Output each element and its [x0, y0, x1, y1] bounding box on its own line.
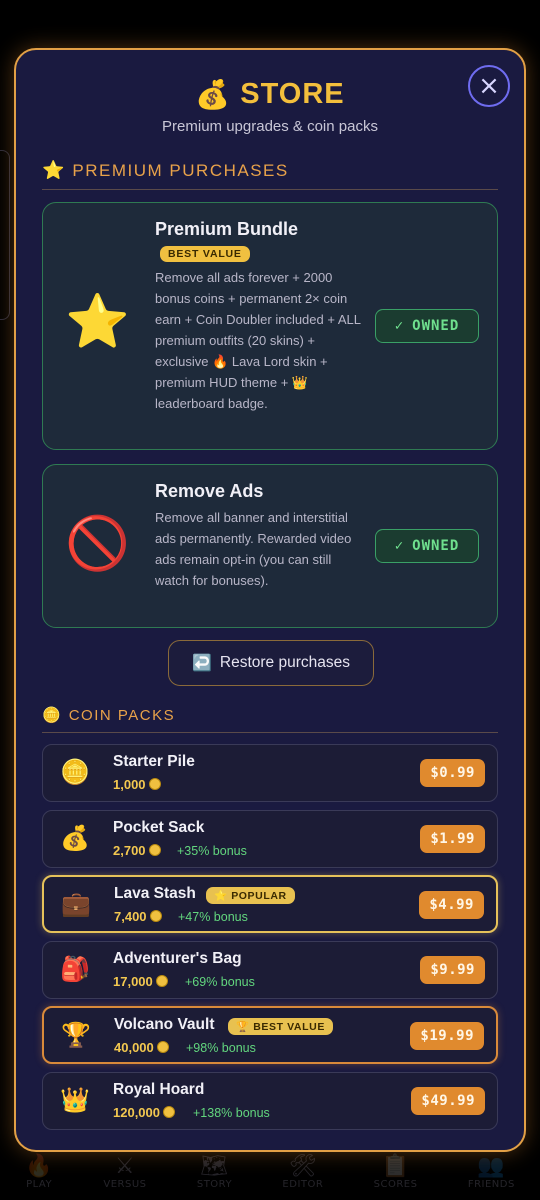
buy-volcano-vault-button[interactable]: $19.99 [410, 1022, 484, 1050]
premium-section-label: PREMIUM PURCHASES [72, 160, 289, 180]
buy-royal-hoard-button[interactable]: $49.99 [411, 1087, 485, 1115]
coin-pack-amount: 120,000 [113, 1105, 175, 1120]
premium-bundle-description: Remove all ads forever + 2000 bonus coin… [155, 270, 361, 411]
nav-friends: 👥 FRIENDS [467, 1154, 515, 1191]
return-arrow-icon: ↩️ [191, 655, 212, 672]
coin-pack-name: Volcano Vault [114, 1016, 215, 1033]
best-value-badge: 🏆 BEST VALUE [228, 1018, 333, 1035]
coin-pack-amount: 2,700 [113, 843, 161, 858]
coin-pack-name: Adventurer's Bag [113, 950, 242, 967]
premium-section-header: ⭐ PREMIUM PURCHASES [42, 160, 498, 190]
coin-pack-name: Royal Hoard [113, 1081, 205, 1098]
coin-pack-name: Starter Pile [113, 753, 195, 770]
friends-icon: 👥 [477, 1154, 506, 1179]
star-icon: ⭐ [65, 292, 130, 352]
store-modal: × 💰 STORE Premium upgrades & coin packs … [14, 48, 526, 1152]
check-icon: ✓ [394, 538, 405, 554]
nav-story: 🗺 STORY [196, 1154, 233, 1191]
prohibited-icon: 🚫 [65, 514, 130, 574]
money-bag-icon: 💰 [195, 78, 231, 111]
remove-ads-owned-button[interactable]: ✓ OWNED [375, 529, 479, 563]
buy-pocket-sack-button[interactable]: $1.99 [420, 825, 485, 853]
trophy-icon: 🏆 [61, 1021, 91, 1049]
coin-pack-adventurers-bag[interactable]: 🎒 Adventurer's Bag 17,000 +69% bonus $9.… [42, 941, 498, 999]
coin-icon: 🪙 [60, 758, 90, 786]
coin-pack-bonus: +35% bonus [177, 844, 247, 858]
coin-pack-royal-hoard[interactable]: 👑 Royal Hoard 120,000 +138% bonus $49.99 [42, 1072, 498, 1130]
buy-lava-stash-button[interactable]: $4.99 [419, 891, 484, 919]
map-icon: 🗺 [200, 1154, 229, 1179]
coin-icon [149, 910, 162, 922]
coin-pack-bonus: +98% bonus [186, 1041, 256, 1055]
nav-play: 🔥 PLAY [25, 1154, 54, 1191]
coin-pack-lava-stash[interactable]: 💼 Lava Stash ⭐ POPULAR 7,400 +47% bonus … [42, 875, 498, 933]
check-icon: ✓ [394, 318, 405, 334]
coin-icon: 🪙 [42, 706, 61, 724]
restore-purchases-label: Restore purchases [219, 654, 350, 671]
remove-ads-card[interactable]: 🚫 Remove Ads Remove all banner and inter… [42, 464, 498, 628]
page-subtitle: Premium upgrades & coin packs [162, 118, 378, 135]
coin-icon [155, 975, 168, 987]
nav-editor: 🛠 EDITOR [282, 1154, 324, 1191]
best-value-badge: BEST VALUE [160, 246, 250, 262]
buy-starter-pile-button[interactable]: $0.99 [420, 759, 485, 787]
coin-icon [148, 778, 161, 790]
premium-bundle-name: Premium Bundle [155, 219, 299, 239]
coin-packs-section-header: 🪙 COIN PACKS [42, 706, 498, 733]
page-title: STORE [240, 78, 345, 110]
remove-ads-description: Remove all banner and interstitial ads p… [155, 510, 352, 588]
swords-icon: ⚔ [114, 1154, 136, 1179]
star-icon: ⭐ [42, 160, 65, 181]
background-side-tab [0, 150, 10, 320]
crown-icon: 👑 [60, 1086, 90, 1114]
coin-pack-bonus: +47% bonus [178, 910, 248, 924]
store-header: 💰 STORE [16, 78, 524, 111]
popular-badge: ⭐ POPULAR [206, 887, 295, 904]
coin-icon [148, 844, 161, 856]
nav-scores: 📋 SCORES [373, 1154, 418, 1191]
coin-pack-amount: 7,400 [114, 909, 162, 924]
premium-bundle-card[interactable]: ⭐ Premium Bundle BEST VALUE Remove all a… [42, 202, 498, 450]
coin-packs-section-label: COIN PACKS [68, 706, 176, 724]
coin-pack-bonus: +69% bonus [185, 975, 255, 989]
briefcase-icon: 💼 [61, 890, 91, 918]
scores-icon: 📋 [381, 1154, 410, 1179]
buy-adventurers-bag-button[interactable]: $9.99 [420, 956, 485, 984]
remove-ads-name: Remove Ads [155, 481, 264, 501]
fire-icon: 🔥 [25, 1154, 54, 1179]
tools-icon: 🛠 [288, 1154, 318, 1179]
coin-pack-pocket-sack[interactable]: 💰 Pocket Sack 2,700 +35% bonus $1.99 [42, 810, 498, 868]
coin-pack-volcano-vault[interactable]: 🏆 Volcano Vault 🏆 BEST VALUE 40,000 +98%… [42, 1006, 498, 1064]
coin-pack-amount: 1,000 [113, 777, 161, 792]
coin-pack-bonus: +138% bonus [193, 1106, 270, 1120]
owned-label: OWNED [412, 538, 460, 554]
coin-icon [156, 1041, 169, 1053]
coin-pack-starter-pile[interactable]: 🪙 Starter Pile 1,000 $0.99 [42, 744, 498, 802]
coin-pack-amount: 17,000 [113, 974, 168, 989]
coin-pack-name: Lava Stash [114, 885, 196, 902]
backpack-icon: 🎒 [60, 955, 90, 983]
nav-versus: ⚔ VERSUS [103, 1154, 147, 1191]
owned-label: OWNED [412, 318, 460, 334]
coin-pack-name: Pocket Sack [113, 819, 205, 836]
premium-bundle-owned-button[interactable]: ✓ OWNED [375, 309, 479, 343]
restore-purchases-button[interactable]: ↩️ Restore purchases [168, 640, 374, 686]
coin-icon [163, 1106, 175, 1118]
money-bag-icon: 💰 [60, 824, 90, 852]
coin-pack-amount: 40,000 [114, 1040, 169, 1055]
